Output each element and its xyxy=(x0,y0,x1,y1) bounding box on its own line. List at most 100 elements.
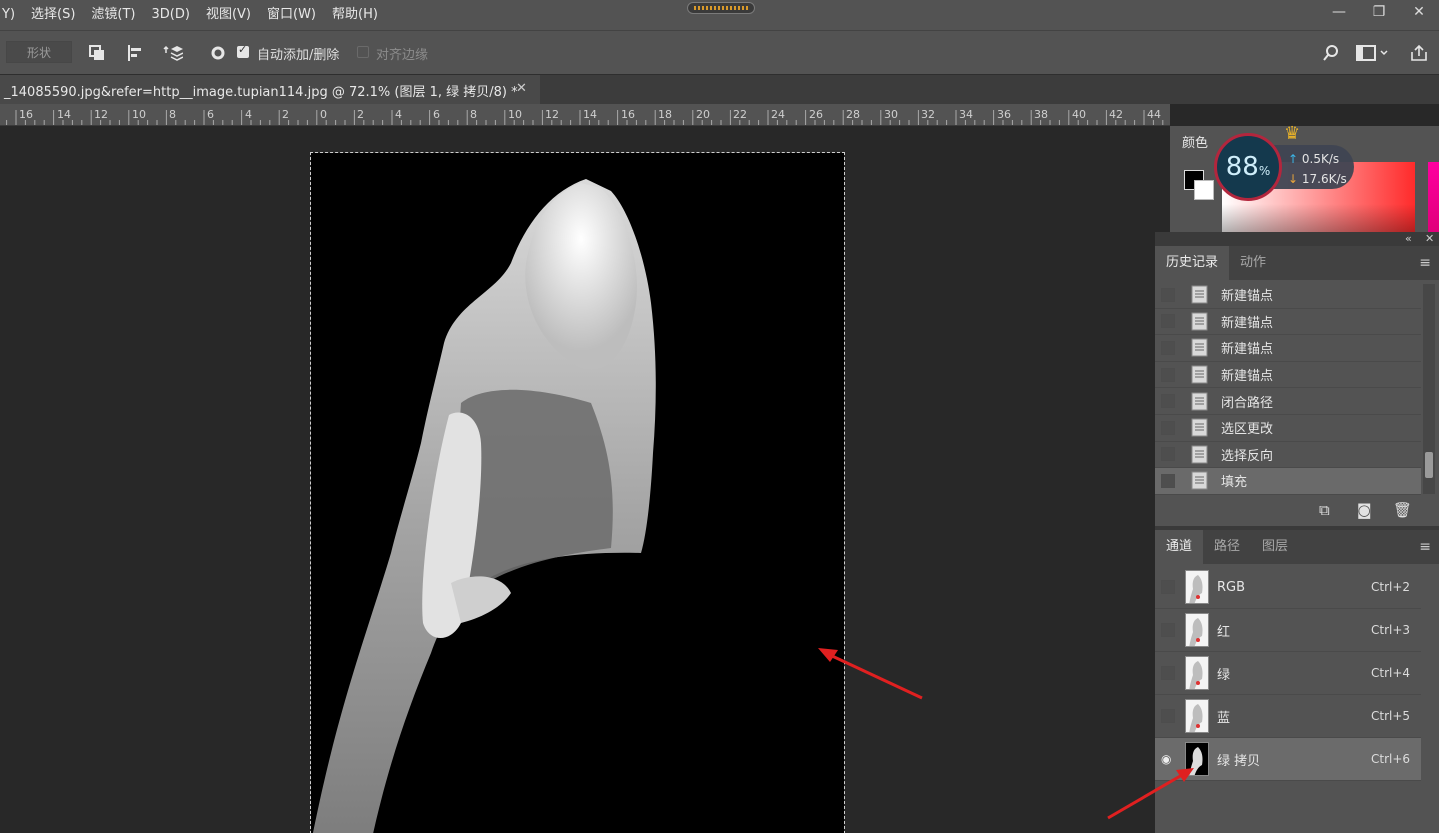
panel-dock-header: « ✕ xyxy=(1155,232,1439,246)
history-panel: 历史记录 动作 ≡ 新建锚点 新建锚点 新建锚点 新建锚点 闭合路径 选区更改 选择反向 填充… xyxy=(1155,246,1439,526)
menu-item-help[interactable]: 帮助(H) xyxy=(324,0,386,30)
path-operations-icon[interactable] xyxy=(86,42,108,64)
history-item[interactable]: 新建锚点 xyxy=(1155,362,1421,389)
channel-row[interactable]: RGB Ctrl+2 xyxy=(1155,566,1421,609)
trash-icon[interactable]: 🗑 xyxy=(1393,501,1412,519)
menu-item-filter[interactable]: 滤镜(T) xyxy=(83,0,143,30)
history-snapshot-checkbox[interactable] xyxy=(1161,473,1175,488)
channel-row[interactable]: 红 Ctrl+3 xyxy=(1155,609,1421,652)
ruler-label: 42 xyxy=(1109,108,1123,121)
upload-speed-unit: K/s xyxy=(1320,152,1340,166)
horizontal-ruler[interactable]: 16 14 12 10 8 6 4 2 0 2 4 6 8 10 12 14 16 18 20 22 24 26 28 30 3… xyxy=(0,104,1170,126)
ruler-label: 4 xyxy=(395,108,402,121)
document-canvas[interactable] xyxy=(310,152,845,833)
share-icon[interactable] xyxy=(1408,42,1430,64)
ruler-label: 34 xyxy=(959,108,973,121)
shape-mode-field[interactable]: 形状 xyxy=(6,41,72,63)
tab-actions[interactable]: 动作 xyxy=(1229,246,1277,280)
history-snapshot-checkbox[interactable] xyxy=(1161,447,1175,462)
channel-row[interactable]: 蓝 Ctrl+5 xyxy=(1155,695,1421,738)
channels-panel-tabs: 通道 路径 图层 xyxy=(1155,530,1439,564)
history-item[interactable]: 新建锚点 xyxy=(1155,335,1421,362)
tab-history[interactable]: 历史记录 xyxy=(1155,246,1230,280)
history-scroll-thumb[interactable] xyxy=(1425,452,1433,478)
speed-gauge-percent: 88 xyxy=(1225,152,1259,182)
background-color-swatch[interactable] xyxy=(1194,180,1214,200)
ruler-label: 38 xyxy=(1034,108,1048,121)
channels-panel-menu-icon[interactable]: ≡ xyxy=(1419,539,1431,555)
channel-name: 红 xyxy=(1217,624,1231,640)
menu-item-window[interactable]: 窗口(W) xyxy=(259,0,324,30)
ruler-label: 16 xyxy=(621,108,635,121)
collapse-panels-icon[interactable]: « xyxy=(1405,232,1412,245)
upload-speed-value: 0.5 xyxy=(1301,152,1321,166)
eye-icon[interactable]: ◉ xyxy=(1161,752,1175,766)
photoshop-window: Y) 选择(S) 滤镜(T) 3D(D) 视图(V) 窗口(W) 帮助(H) —… xyxy=(0,0,1439,833)
visibility-toggle[interactable] xyxy=(1161,623,1175,637)
panel-menu-icon[interactable]: ≡ xyxy=(1419,255,1431,271)
tab-paths[interactable]: 路径 xyxy=(1203,530,1251,564)
upload-speed-row: ↑ 0.5K/s xyxy=(1288,152,1339,166)
canvas-area[interactable] xyxy=(0,126,1155,833)
channel-row[interactable]: ◉ 绿 拷贝 Ctrl+6 xyxy=(1155,738,1421,781)
history-item[interactable]: 填充 xyxy=(1155,468,1421,495)
channel-list: RGB Ctrl+2 红 Ctrl+3 绿 Ctrl+4 蓝 Ctrl+5 ◉ 绿 拷贝 Ctrl+… xyxy=(1155,566,1421,781)
path-arrangement-icon[interactable] xyxy=(162,42,184,64)
history-snapshot-checkbox[interactable] xyxy=(1161,287,1175,302)
visibility-toggle[interactable] xyxy=(1161,580,1175,594)
minimize-button[interactable]: — xyxy=(1319,0,1359,24)
menu-item-select[interactable]: 选择(S) xyxy=(23,0,83,30)
visibility-toggle[interactable] xyxy=(1161,709,1175,723)
camera-icon[interactable]: ◙ xyxy=(1357,501,1372,519)
channel-name: RGB xyxy=(1217,579,1246,595)
visibility-toggle[interactable] xyxy=(1161,666,1175,680)
ruler-label: 40 xyxy=(1072,108,1086,121)
history-item-label: 新建锚点 xyxy=(1221,342,1274,358)
ruler-label: 14 xyxy=(57,108,71,121)
history-item[interactable]: 选择反向 xyxy=(1155,442,1421,469)
history-state-icon xyxy=(1191,392,1208,411)
history-item[interactable]: 选区更改 xyxy=(1155,415,1421,442)
network-speed-widget[interactable]: 88% ♛ ↑ 0.5K/s ↓ 17.6K/s xyxy=(1214,123,1354,201)
history-item[interactable]: 闭合路径 xyxy=(1155,388,1421,415)
speed-gauge: 88% xyxy=(1214,133,1282,201)
close-icon[interactable]: ✕ xyxy=(516,81,527,96)
hue-slider[interactable] xyxy=(1428,162,1439,232)
color-panel-tab[interactable]: 颜色 xyxy=(1170,126,1220,156)
history-scrollbar[interactable] xyxy=(1423,284,1435,494)
tab-channels[interactable]: 通道 xyxy=(1155,530,1204,564)
gear-icon[interactable] xyxy=(207,42,229,64)
path-alignment-icon[interactable] xyxy=(124,42,146,64)
ruler-label: 6 xyxy=(433,108,440,121)
history-snapshot-checkbox[interactable] xyxy=(1161,314,1175,329)
history-item[interactable]: 新建锚点 xyxy=(1155,282,1421,309)
history-item[interactable]: 新建锚点 xyxy=(1155,309,1421,336)
history-snapshot-checkbox[interactable] xyxy=(1161,367,1175,382)
document-tab[interactable]: _14085590.jpg&refer=http__image.tupian11… xyxy=(0,75,540,105)
ruler-label: 28 xyxy=(846,108,860,121)
tab-layers[interactable]: 图层 xyxy=(1251,530,1299,564)
workspace-switcher-icon[interactable] xyxy=(1354,42,1390,64)
channel-name: 绿 拷贝 xyxy=(1217,753,1261,769)
channel-thumbnail xyxy=(1185,613,1209,647)
channel-thumbnail xyxy=(1185,699,1209,733)
menu-item-partial[interactable]: Y) xyxy=(0,0,23,30)
channel-thumbnail xyxy=(1185,742,1209,776)
channel-shortcut: Ctrl+5 xyxy=(1371,709,1411,723)
search-icon[interactable] xyxy=(1320,42,1342,64)
menu-item-3d[interactable]: 3D(D) xyxy=(144,0,198,30)
auto-add-delete-checkbox[interactable] xyxy=(237,43,249,58)
history-snapshot-checkbox[interactable] xyxy=(1161,394,1175,409)
ruler-label: 6 xyxy=(207,108,214,121)
history-snapshot-checkbox[interactable] xyxy=(1161,420,1175,435)
close-panels-icon[interactable]: ✕ xyxy=(1425,232,1434,245)
close-window-button[interactable]: ✕ xyxy=(1399,0,1439,24)
restore-button[interactable]: ❐ xyxy=(1359,0,1399,24)
align-edges-checkbox[interactable] xyxy=(357,46,369,58)
menu-item-view[interactable]: 视图(V) xyxy=(198,0,259,30)
history-snapshot-checkbox[interactable] xyxy=(1161,340,1175,355)
channel-row[interactable]: 绿 Ctrl+4 xyxy=(1155,652,1421,695)
document-tab-bar: _14085590.jpg&refer=http__image.tupian11… xyxy=(0,74,1439,105)
new-document-from-state-icon[interactable]: ⧉ xyxy=(1319,501,1330,519)
title-grip-handle[interactable] xyxy=(687,2,755,14)
